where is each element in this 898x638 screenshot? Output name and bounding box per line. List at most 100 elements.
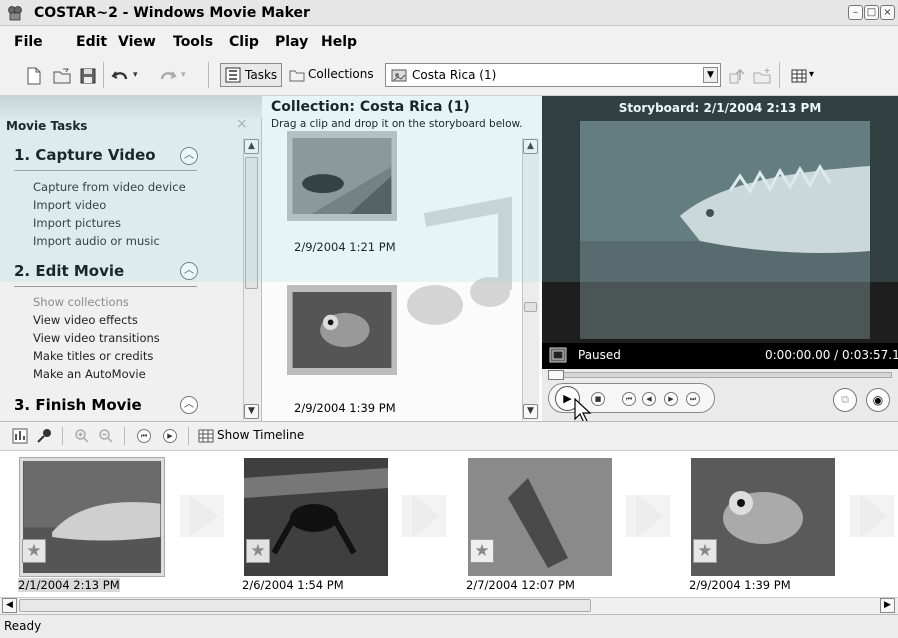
task-import-pictures[interactable]: Import pictures	[33, 216, 121, 230]
collection-clip-label: 2/9/2004 1:39 PM	[294, 401, 396, 415]
menu-view[interactable]: View	[118, 34, 156, 50]
new-project-icon[interactable]	[24, 66, 44, 86]
seek-bar[interactable]	[548, 372, 892, 378]
storyboard-clip-label: 2/6/2004 1:54 PM	[242, 578, 344, 592]
scroll-down-icon[interactable]: ▼	[523, 404, 538, 419]
maximize-button[interactable]: □	[864, 5, 879, 20]
storyboard-scroll-thumb[interactable]	[19, 599, 591, 612]
transition-slot[interactable]	[850, 495, 894, 537]
toolbar-separator	[779, 62, 780, 88]
collection-scroll-thumb[interactable]	[524, 302, 537, 312]
minimize-button[interactable]: –	[848, 5, 863, 20]
transition-slot[interactable]	[626, 495, 670, 537]
menu-play[interactable]: Play	[275, 34, 308, 50]
task-pane-scroll-thumb[interactable]	[245, 157, 258, 289]
collection-instruction: Drag a clip and drop it on the storyboar…	[271, 118, 523, 130]
undo-icon[interactable]	[110, 66, 130, 86]
toolbar-separator	[103, 62, 104, 88]
open-project-icon[interactable]	[52, 66, 72, 86]
timeline-icon	[198, 429, 214, 443]
collections-label: Collections	[308, 67, 374, 81]
set-audio-levels-icon[interactable]	[12, 428, 28, 444]
task-capture-from-device[interactable]: Capture from video device	[33, 180, 186, 194]
menu-file[interactable]: File	[14, 34, 43, 50]
zoom-in-icon[interactable]	[74, 428, 90, 444]
collection-folder-icon	[391, 69, 407, 82]
section-divider	[14, 286, 197, 287]
storyboard-toolbar	[0, 421, 898, 451]
task-import-audio[interactable]: Import audio or music	[33, 234, 160, 248]
rewind-icon[interactable]: ◀	[642, 392, 656, 406]
scroll-left-icon[interactable]: ◀	[2, 598, 17, 613]
tasks-button[interactable]: Tasks	[220, 63, 282, 87]
task-view-video-effects[interactable]: View video effects	[33, 313, 138, 327]
split-clip-icon[interactable]: ⧉	[833, 388, 857, 412]
status-text: Ready	[4, 619, 42, 633]
status-bar	[0, 614, 898, 638]
zoom-out-icon[interactable]	[98, 428, 114, 444]
undo-dropdown-arrow-icon[interactable]: ▾	[133, 70, 138, 80]
play-storyboard-icon[interactable]: ▶	[163, 429, 177, 443]
task-section-capture-video[interactable]: 1. Capture Video	[14, 146, 156, 164]
collapse-finish-icon[interactable]: ︿	[180, 396, 198, 414]
scroll-up-icon[interactable]: ▲	[523, 139, 538, 154]
views-dropdown-arrow-icon[interactable]: ▾	[809, 69, 814, 80]
storyboard-clip-label: 2/7/2004 12:07 PM	[466, 578, 575, 592]
clip-thumbnail	[292, 292, 392, 368]
star-effect-icon: ★	[693, 539, 717, 563]
scroll-up-icon[interactable]: ▲	[244, 139, 259, 154]
previous-frame-icon[interactable]: ⏮	[622, 392, 636, 406]
narrate-timeline-icon[interactable]	[36, 428, 52, 444]
close-icon[interactable]: ×	[236, 116, 248, 132]
menu-help[interactable]: Help	[321, 34, 357, 50]
task-make-titles[interactable]: Make titles or credits	[33, 349, 153, 363]
redo-dropdown-arrow-icon[interactable]: ▾	[181, 70, 186, 80]
collection-clip[interactable]	[287, 131, 397, 221]
task-import-video[interactable]: Import video	[33, 198, 106, 212]
task-view-video-transitions[interactable]: View video transitions	[33, 331, 160, 345]
clip-thumbnail	[292, 138, 392, 214]
task-show-collections[interactable]: Show collections	[33, 295, 129, 309]
collection-scrollbar[interactable]	[522, 138, 539, 420]
collection-title: Collection: Costa Rica (1)	[271, 99, 470, 115]
chevron-down-icon[interactable]: ▼	[703, 67, 718, 83]
tasks-label: Tasks	[245, 68, 278, 82]
section-divider	[14, 170, 197, 171]
scroll-down-icon[interactable]: ▼	[244, 404, 259, 419]
collections-button[interactable]: Collections	[287, 63, 377, 87]
collapse-capture-icon[interactable]: ︿	[180, 147, 198, 165]
rewind-storyboard-icon[interactable]: ⏮	[137, 429, 151, 443]
seek-thumb[interactable]	[548, 370, 564, 380]
take-picture-icon[interactable]: ◉	[866, 388, 890, 412]
task-make-automovie[interactable]: Make an AutoMovie	[33, 367, 146, 381]
scroll-right-icon[interactable]: ▶	[880, 598, 895, 613]
transition-slot[interactable]	[402, 495, 446, 537]
collection-dropdown[interactable]: Costa Rica (1) ▼	[385, 63, 721, 87]
menu-tools[interactable]: Tools	[173, 34, 213, 50]
full-screen-icon[interactable]	[549, 347, 567, 363]
forward-icon[interactable]: ▶	[664, 392, 678, 406]
movie-maker-icon	[8, 6, 22, 21]
storyboard-clip-label: 2/9/2004 1:39 PM	[689, 578, 791, 592]
redo-icon[interactable]	[158, 66, 178, 86]
task-section-edit-movie[interactable]: 2. Edit Movie	[14, 262, 124, 280]
save-project-icon[interactable]	[78, 66, 98, 86]
toolbar-separator	[188, 427, 189, 445]
show-timeline-button[interactable]: Show Timeline	[198, 426, 304, 446]
star-effect-icon: ★	[470, 539, 494, 563]
close-button[interactable]: ×	[880, 5, 895, 20]
collection-clip[interactable]	[287, 285, 397, 375]
collapse-edit-icon[interactable]: ︿	[180, 262, 198, 280]
new-collection-folder-icon[interactable]	[752, 66, 772, 86]
menu-edit[interactable]: Edit	[76, 34, 107, 50]
up-one-level-icon[interactable]	[726, 66, 746, 86]
next-frame-icon[interactable]: ⏭	[686, 392, 700, 406]
folder-icon	[289, 70, 305, 82]
transition-slot[interactable]	[180, 495, 224, 537]
playback-time: 0:00:00.00 / 0:03:57.13	[765, 348, 898, 362]
views-icon[interactable]	[790, 66, 810, 86]
movie-tasks-title: Movie Tasks	[6, 119, 88, 133]
monitor-title: Storyboard: 2/1/2004 2:13 PM	[618, 101, 822, 115]
menu-clip[interactable]: Clip	[229, 34, 259, 50]
task-section-finish-movie[interactable]: 3. Finish Movie	[14, 396, 142, 414]
